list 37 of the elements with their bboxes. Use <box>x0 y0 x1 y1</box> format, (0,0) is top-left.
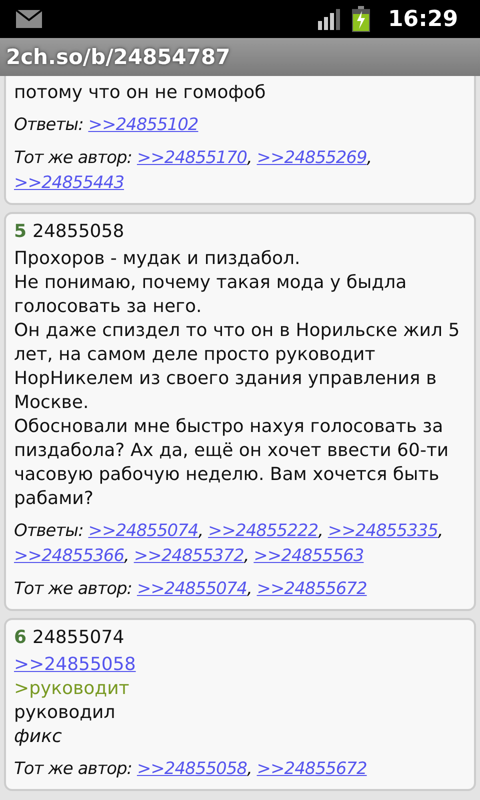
envelope-icon <box>16 10 42 28</box>
post-text: Обосновали мне быстро нахуя голосовать за пиздабола? Ах да, ещё он хочет ввести 60-ти часовую рабочую неделю. Вам хочется быть рабами? <box>14 415 450 511</box>
reply-link[interactable]: >>24855074 <box>88 521 198 541</box>
reply-link[interactable]: >>24855372 <box>134 546 244 566</box>
post-link[interactable]: >>24855058 <box>14 653 136 677</box>
post-text: Не понимаю, почему такая мода у быдла голосовать за него. <box>14 271 408 319</box>
author-post-link[interactable]: >>24855269 <box>256 148 367 168</box>
battery-charging-icon <box>352 6 370 32</box>
author-post-link[interactable]: >>24855443 <box>14 173 124 193</box>
reply-link[interactable]: >>24855222 <box>208 521 318 541</box>
same-author-line: Тот же автор: >>24855170, >>24855269, >>24855443 <box>14 147 373 195</box>
replies-line: Ответы: >>24855074, >>24855222, >>24855335, >>24855366, >>24855372, >>24855563 <box>14 520 444 568</box>
same-author-line: Тот же автор: >>24855058, >>24855672 <box>14 758 368 781</box>
signal-icon <box>318 8 342 30</box>
post-number: 5 <box>14 221 27 242</box>
reply-link[interactable]: >>24855563 <box>254 546 364 566</box>
quote-text: >руководит <box>14 677 130 701</box>
post-number: 6 <box>14 627 27 648</box>
author-post-link[interactable]: >>24855170 <box>136 148 247 168</box>
replies-line: Ответы: >>24855102 <box>14 114 200 137</box>
author-post-link[interactable]: >>24855672 <box>256 579 367 599</box>
author-post-link[interactable]: >>24855672 <box>256 759 367 779</box>
same-author-line: Тот же автор: >>24855074, >>24855672 <box>14 578 368 601</box>
author-post-link[interactable]: >>24855058 <box>136 759 247 779</box>
post-text: фикс <box>14 725 62 749</box>
reply-link[interactable]: >>24855366 <box>14 546 124 566</box>
reply-link[interactable]: >>24855335 <box>328 521 438 541</box>
post-text: Прохоров - мудак и пиздабол. <box>14 247 300 271</box>
post-text: Он даже спиздел то что он в Норильске жил 5 лет, на самом деле просто руководит НорНикелем из своего здания управления в Москве. <box>14 319 461 415</box>
post-id: 24855074 <box>32 627 124 648</box>
reply-link[interactable]: >>24855102 <box>88 115 198 135</box>
post-id: 24855058 <box>32 221 124 242</box>
clock-time: 16:29 <box>388 6 458 32</box>
thread-title: 2ch.so/b/24854787 <box>6 45 230 69</box>
post-text: руководил <box>14 701 116 725</box>
author-post-link[interactable]: >>24855074 <box>136 579 247 599</box>
post-text: потому что он не гомофоб <box>14 81 266 105</box>
